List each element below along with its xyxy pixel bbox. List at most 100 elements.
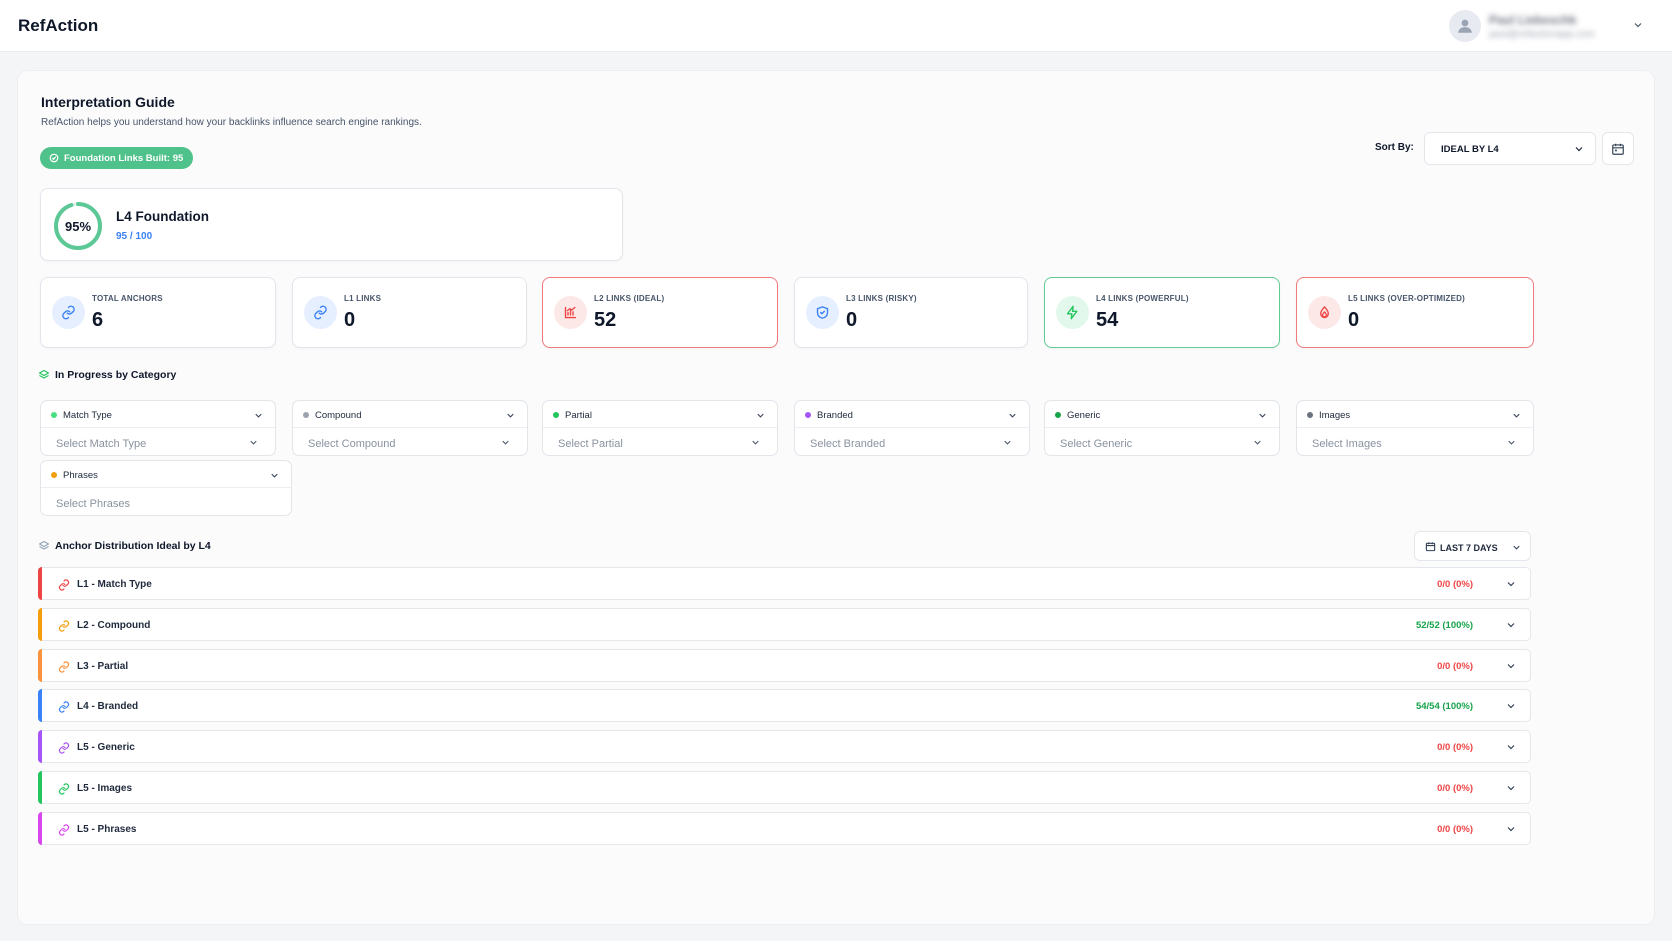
main-card: Interpretation Guide RefAction helps you… <box>17 70 1655 925</box>
chevron-down-icon[interactable] <box>1505 823 1517 835</box>
foundation-progress: 95 / 100 <box>116 231 153 242</box>
distribution-row[interactable]: L5 - Images 0/0 (0%) <box>38 771 1531 804</box>
stat-value: 52 <box>594 309 617 331</box>
link-icon <box>58 661 70 673</box>
date-range-button[interactable]: LAST 7 DAYS <box>1414 531 1531 561</box>
stat-icon-wrap <box>1308 296 1341 329</box>
category-name: Branded <box>817 410 853 421</box>
page-subtitle: RefAction helps you understand how your … <box>41 117 422 128</box>
row-value: 52/52 (100%) <box>1415 619 1473 631</box>
row-label: L5 - Images <box>77 783 133 794</box>
chevron-down-icon <box>1004 440 1011 445</box>
category-dot <box>1307 412 1313 418</box>
chevron-down-icon[interactable] <box>1632 19 1644 31</box>
distribution-row[interactable]: L5 - Generic 0/0 (0%) <box>38 730 1531 764</box>
check-circle-icon <box>49 153 59 163</box>
link-icon <box>58 701 70 713</box>
category-select[interactable]: Select Images <box>1312 438 1382 450</box>
stat-icon-wrap <box>554 296 587 329</box>
category-select[interactable]: Select Compound <box>308 438 395 450</box>
category-select[interactable]: Select Match Type <box>56 438 146 450</box>
chevron-down-icon[interactable] <box>1505 782 1517 794</box>
category-phrases: Phrases Select Phrases <box>40 460 292 516</box>
link-icon <box>58 620 70 632</box>
chevron-down-icon <box>507 413 514 418</box>
stat-card-l2-links: L2 LINKS (IDEAL) 52 <box>542 277 778 348</box>
chevron-down-icon[interactable] <box>1505 660 1517 672</box>
stat-icon-wrap <box>52 296 85 329</box>
row-accent-bar <box>38 811 42 845</box>
row-icon <box>58 782 70 800</box>
row-accent-bar <box>38 689 42 723</box>
category-dot <box>553 412 559 418</box>
chevron-down-icon <box>271 473 278 478</box>
category-dot <box>805 412 811 418</box>
stat-icon-wrap <box>1056 296 1089 329</box>
stat-label: TOTAL ANCHORS <box>92 294 163 303</box>
app-logo[interactable]: RefAction <box>18 16 98 36</box>
stat-card-l5-links: L5 LINKS (OVER-OPTIMIZED) 0 <box>1296 277 1534 348</box>
row-icon <box>58 619 70 637</box>
flame-icon <box>1320 306 1329 319</box>
bolt-icon <box>1066 305 1078 320</box>
distribution-row[interactable]: L5 - Phrases 0/0 (0%) <box>38 811 1531 845</box>
user-menu[interactable]: Paul Liebeschk paul@refactionapp.com <box>1449 10 1644 42</box>
foundation-links-badge: Foundation Links Built: 95 <box>40 147 194 169</box>
calendar-button[interactable] <box>1602 132 1634 165</box>
sort-by-label: Sort By: <box>1375 142 1414 153</box>
category-dot <box>1055 412 1061 418</box>
distribution-row[interactable]: L2 - Compound 52/52 (100%) <box>38 607 1531 641</box>
category-header[interactable]: Branded <box>795 401 1029 428</box>
top-bar: RefAction Paul Liebeschk paul@refactiona… <box>0 0 1672 52</box>
category-select[interactable]: Select Branded <box>810 438 885 450</box>
category-select[interactable]: Select Phrases <box>56 498 130 510</box>
stat-value: 0 <box>846 309 858 331</box>
category-select[interactable]: Select Partial <box>558 438 623 450</box>
row-accent-bar <box>38 730 42 764</box>
row-icon <box>58 660 70 678</box>
category-header[interactable]: Partial <box>543 401 777 428</box>
distribution-row[interactable]: L3 - Partial 0/0 (0%) <box>38 648 1531 682</box>
shield-icon <box>816 306 829 319</box>
row-accent-bar <box>38 771 42 804</box>
avatar[interactable] <box>1449 10 1481 42</box>
category-header[interactable]: Match Type <box>41 401 275 428</box>
category-dot <box>51 472 57 478</box>
category-header[interactable]: Generic <box>1045 401 1279 428</box>
distribution-row[interactable]: L4 - Branded 54/54 (100%) <box>38 689 1531 723</box>
chevron-down-icon[interactable] <box>1505 700 1517 712</box>
stat-label: L5 LINKS (OVER-OPTIMIZED) <box>1348 294 1465 303</box>
chevron-down-icon <box>752 440 759 445</box>
chevron-down-icon <box>1009 413 1016 418</box>
stat-value: 6 <box>92 309 104 331</box>
category-branded: Branded Select Branded <box>794 400 1030 456</box>
row-label: L2 - Compound <box>77 619 151 631</box>
layers-icon <box>38 369 50 379</box>
categories-section-title: In Progress by Category <box>38 369 176 381</box>
chevron-down-icon[interactable] <box>1505 578 1517 590</box>
category-header[interactable]: Phrases <box>41 461 291 488</box>
category-name: Images <box>1319 410 1351 421</box>
foundation-title: L4 Foundation <box>116 209 209 224</box>
badge-text: Foundation Links Built: 95 <box>64 152 184 164</box>
stat-value: 0 <box>1348 309 1360 331</box>
category-name: Partial <box>565 410 592 421</box>
chevron-down-icon[interactable] <box>1505 619 1517 631</box>
category-header[interactable]: Compound <box>293 401 527 428</box>
category-name: Phrases <box>63 470 98 481</box>
chevron-down-icon[interactable] <box>1505 741 1517 753</box>
stat-value: 0 <box>344 309 356 331</box>
user-name: Paul Liebeschk <box>1489 13 1577 27</box>
section-label: In Progress by Category <box>55 369 177 381</box>
stat-label: L3 LINKS (RISKY) <box>846 294 917 303</box>
sort-by-select[interactable]: IDEAL BY L4 <box>1424 132 1596 165</box>
distribution-row[interactable]: L1 - Match Type 0/0 (0%) <box>38 567 1531 600</box>
category-name: Generic <box>1067 410 1101 421</box>
stat-value: 54 <box>1096 309 1119 331</box>
chevron-down-icon <box>757 413 764 418</box>
row-icon <box>58 578 70 596</box>
category-dot <box>51 412 57 418</box>
layers-icon <box>38 540 50 550</box>
category-header[interactable]: Images <box>1297 401 1533 428</box>
category-select[interactable]: Select Generic <box>1060 438 1132 450</box>
